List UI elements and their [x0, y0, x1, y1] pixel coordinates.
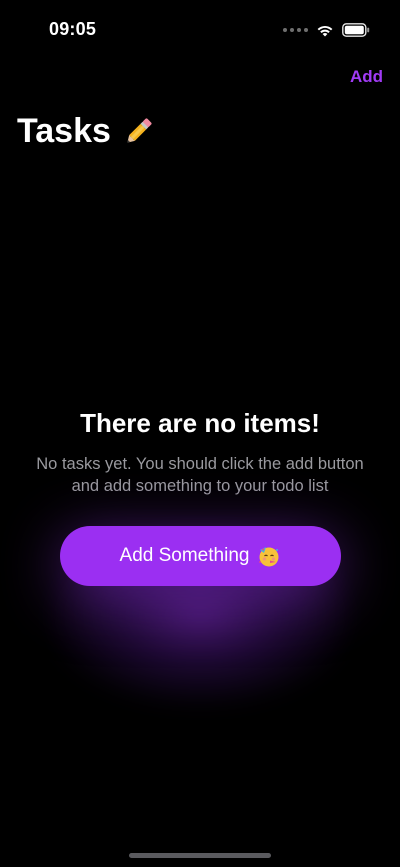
status-bar: 09:05 — [0, 0, 400, 60]
pencil-icon — [121, 115, 155, 149]
add-something-button[interactable]: Add Something — [60, 526, 341, 586]
empty-state: There are no items! No tasks yet. You sh… — [0, 405, 400, 497]
status-time: 09:05 — [49, 19, 97, 39]
battery-icon — [342, 23, 370, 37]
page-title-text: Tasks — [17, 112, 111, 150]
add-button[interactable]: Add — [350, 67, 383, 87]
home-indicator — [129, 853, 271, 858]
add-something-label: Add Something — [119, 545, 250, 566]
empty-state-heading: There are no items! — [80, 408, 320, 438]
status-icons — [283, 20, 370, 40]
wifi-icon — [316, 24, 334, 37]
partying-face-icon — [257, 544, 281, 568]
page-title: Tasks — [17, 112, 155, 151]
empty-state-message: No tasks yet. You should click the add b… — [36, 455, 364, 495]
cellular-signal-icon — [283, 28, 308, 32]
